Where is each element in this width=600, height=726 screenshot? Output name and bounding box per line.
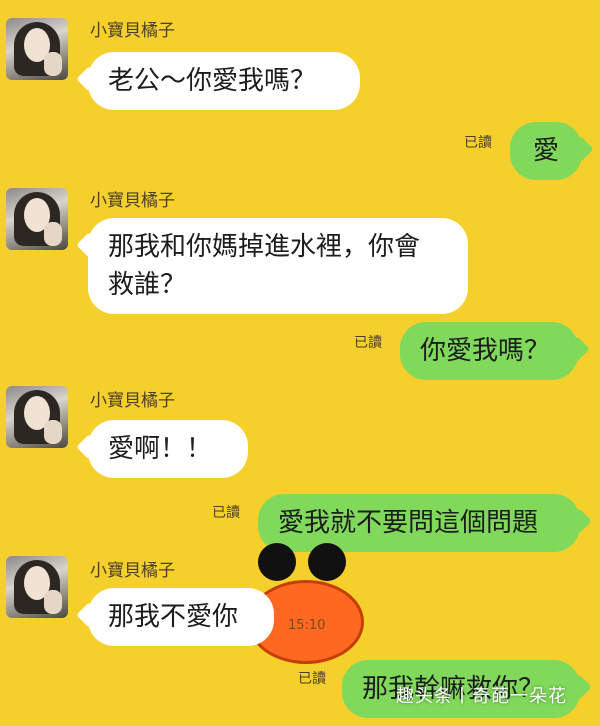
watermark: 趣头条丨奇葩一朵花 — [396, 686, 567, 707]
read-receipt: 已讀 — [464, 135, 492, 151]
message-bubble-incoming[interactable]: 愛啊！！ — [88, 420, 248, 478]
sender-name: 小寶貝橘子 — [90, 561, 175, 581]
message-bubble-outgoing[interactable]: 愛我就不要問這個問題 — [258, 494, 580, 552]
message-bubble-outgoing[interactable]: 愛 — [510, 122, 582, 180]
message-bubble-incoming[interactable]: 那我不愛你 — [88, 588, 274, 646]
read-receipt: 已讀 — [212, 505, 240, 521]
duck-eye — [308, 543, 346, 581]
read-receipt: 已讀 — [298, 671, 326, 687]
read-receipt: 已讀 — [354, 335, 382, 351]
sender-name: 小寶貝橘子 — [90, 391, 175, 411]
contact-avatar[interactable] — [6, 556, 68, 618]
message-timestamp: 15:10 — [288, 618, 326, 633]
message-bubble-incoming[interactable]: 老公～你愛我嗎？ — [88, 52, 360, 110]
message-bubble-incoming[interactable]: 那我和你媽掉進水裡，你會 救誰？ — [88, 218, 468, 314]
message-bubble-outgoing[interactable]: 你愛我嗎？ — [400, 322, 578, 380]
sender-name: 小寶貝橘子 — [90, 191, 175, 211]
duck-eye — [258, 543, 296, 581]
sender-name: 小寶貝橘子 — [90, 21, 175, 41]
contact-avatar[interactable] — [6, 18, 68, 80]
contact-avatar[interactable] — [6, 188, 68, 250]
contact-avatar[interactable] — [6, 386, 68, 448]
